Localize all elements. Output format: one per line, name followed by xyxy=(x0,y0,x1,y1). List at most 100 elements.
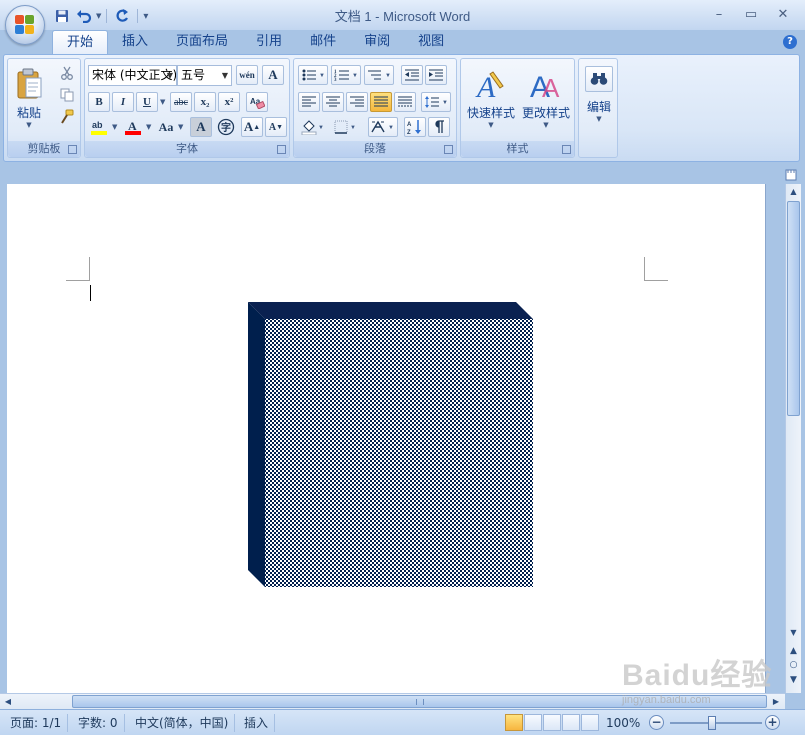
styles-dialog-launcher[interactable] xyxy=(562,145,571,154)
svg-text:▼: ▼ xyxy=(319,73,325,79)
enclose-characters-button[interactable]: 字 xyxy=(215,117,237,137)
shrink-font-button[interactable]: A ▼ xyxy=(265,117,287,137)
scroll-up-button[interactable]: ▲ xyxy=(787,185,800,199)
phonetic-guide-button[interactable]: wén xyxy=(236,65,258,85)
view-ruler-button[interactable] xyxy=(785,168,799,184)
justify-button[interactable] xyxy=(370,92,392,112)
superscript-button[interactable]: x² xyxy=(218,92,240,112)
scroll-left-button[interactable]: ◀ xyxy=(1,695,15,709)
change-case-dropdown[interactable]: ▼ xyxy=(178,123,183,131)
print-layout-view-button[interactable] xyxy=(505,714,523,731)
align-left-button[interactable] xyxy=(298,92,320,112)
tab-insert[interactable]: 插入 xyxy=(108,30,162,54)
previous-page-button[interactable]: ▲ xyxy=(787,644,800,658)
underline-button[interactable]: U xyxy=(136,92,158,112)
zoom-level[interactable]: 100% xyxy=(606,714,640,732)
office-button[interactable] xyxy=(5,5,45,45)
view-buttons xyxy=(505,714,599,731)
align-center-button[interactable] xyxy=(322,92,344,112)
close-button[interactable]: ✕ xyxy=(769,4,797,24)
font-color-dropdown[interactable]: ▼ xyxy=(146,123,151,131)
underline-dropdown[interactable]: ▼ xyxy=(160,98,165,106)
superscript-icon: x² xyxy=(224,96,234,108)
zoom-slider-thumb[interactable] xyxy=(708,716,716,730)
crop-mark xyxy=(644,280,668,281)
italic-icon: I xyxy=(120,96,126,108)
align-left-icon xyxy=(302,96,316,107)
zoom-slider-track[interactable] xyxy=(670,722,762,724)
strikethrough-button[interactable]: abc xyxy=(170,92,192,112)
vertical-scroll-thumb[interactable] xyxy=(787,201,800,416)
font-dialog-launcher[interactable] xyxy=(277,145,286,154)
bullets-button[interactable]: ▼ xyxy=(298,65,328,85)
numbering-button[interactable]: 1 2 3 ▼ xyxy=(331,65,361,85)
paste-button[interactable]: 粘贴 ▼ xyxy=(12,63,46,133)
draft-view-button[interactable] xyxy=(581,714,599,731)
scroll-down-button[interactable]: ▼ xyxy=(787,626,800,640)
help-icon[interactable]: ? xyxy=(783,35,797,49)
copy-button[interactable] xyxy=(56,85,78,105)
clear-formatting-button[interactable]: Aa xyxy=(246,92,268,112)
font-color-button[interactable]: A xyxy=(122,117,144,137)
next-page-button[interactable]: ▼ xyxy=(787,673,800,687)
shading-button[interactable]: ▼ xyxy=(298,117,328,137)
increase-indent-button[interactable] xyxy=(425,65,447,85)
align-right-button[interactable] xyxy=(346,92,368,112)
quick-styles-button[interactable]: A 快速样式 ▼ xyxy=(465,62,517,136)
line-spacing-button[interactable]: ▼ xyxy=(421,92,451,112)
distributed-button[interactable] xyxy=(394,92,416,112)
vertical-scrollbar[interactable]: ▲ ▼ ▲ ○ ▼ xyxy=(785,184,801,693)
3d-rectangle-shape[interactable] xyxy=(248,302,533,587)
full-screen-reading-view-button[interactable] xyxy=(524,714,542,731)
multilevel-list-button[interactable]: ▼ xyxy=(364,65,394,85)
text-highlight-button[interactable]: ab xyxy=(88,117,110,137)
tab-page-layout[interactable]: 页面布局 xyxy=(162,30,242,54)
change-styles-button[interactable]: A A 更改样式 ▼ xyxy=(519,62,573,136)
paste-icon xyxy=(17,68,42,98)
svg-text:字: 字 xyxy=(221,121,231,134)
borders-button[interactable]: ▼ xyxy=(331,117,361,137)
web-layout-view-button[interactable] xyxy=(543,714,561,731)
increase-indent-icon xyxy=(429,69,443,81)
font-name-combo[interactable]: 宋体 (中文正文) ▼ xyxy=(88,65,177,86)
subscript-button[interactable]: x₂ xyxy=(194,92,216,112)
outline-view-button[interactable] xyxy=(562,714,580,731)
status-language[interactable]: 中文(简体，中国) xyxy=(129,714,236,732)
highlight-dropdown[interactable]: ▼ xyxy=(112,123,117,131)
show-marks-button[interactable] xyxy=(428,117,450,137)
sort-button[interactable]: A Z xyxy=(404,117,426,137)
clipboard-dialog-launcher[interactable] xyxy=(68,145,77,154)
status-insert-mode[interactable]: 插入 xyxy=(238,714,276,732)
svg-text:Z: Z xyxy=(407,130,411,135)
format-painter-button[interactable] xyxy=(56,107,78,127)
grow-font-button[interactable]: A ▲ xyxy=(241,117,263,137)
window-title: 文档 1 - Microsoft Word xyxy=(334,9,471,24)
tab-references[interactable]: 引用 xyxy=(242,30,296,54)
shape-front-face xyxy=(265,319,533,587)
status-word-count[interactable]: 字数: 0 xyxy=(72,714,125,732)
editing-button[interactable]: 编辑 ▼ xyxy=(581,62,617,154)
character-shading-button[interactable]: A xyxy=(190,117,212,137)
select-browse-object-button[interactable]: ○ xyxy=(787,658,800,672)
status-bar: 页面: 1/1 字数: 0 中文(简体，中国) 插入 100% − + xyxy=(0,709,805,735)
italic-button[interactable]: I xyxy=(112,92,134,112)
zoom-out-button[interactable]: − xyxy=(649,715,664,730)
chinese-layout-button[interactable]: ▼ xyxy=(368,117,398,137)
cut-button[interactable] xyxy=(56,63,78,83)
decrease-indent-button[interactable] xyxy=(401,65,423,85)
paragraph-dialog-launcher[interactable] xyxy=(444,145,453,154)
minimize-button[interactable]: – xyxy=(705,4,733,24)
bold-button[interactable]: B xyxy=(88,92,110,112)
tab-view[interactable]: 视图 xyxy=(404,30,458,54)
font-size-combo[interactable]: 五号 ▼ xyxy=(177,65,232,86)
change-case-button[interactable]: Aa xyxy=(155,117,177,137)
paint-bucket-icon: ▼ xyxy=(301,120,324,135)
character-border-button[interactable]: A xyxy=(262,65,284,85)
tab-home[interactable]: 开始 xyxy=(52,30,109,54)
maximize-button[interactable]: ▭ xyxy=(737,4,765,24)
zoom-in-button[interactable]: + xyxy=(765,715,780,730)
tab-mailings[interactable]: 邮件 xyxy=(296,30,350,54)
status-page-count[interactable]: 页面: 1/1 xyxy=(4,714,69,732)
tab-review[interactable]: 审阅 xyxy=(350,30,404,54)
editing-group: 编辑 ▼ xyxy=(578,58,618,158)
